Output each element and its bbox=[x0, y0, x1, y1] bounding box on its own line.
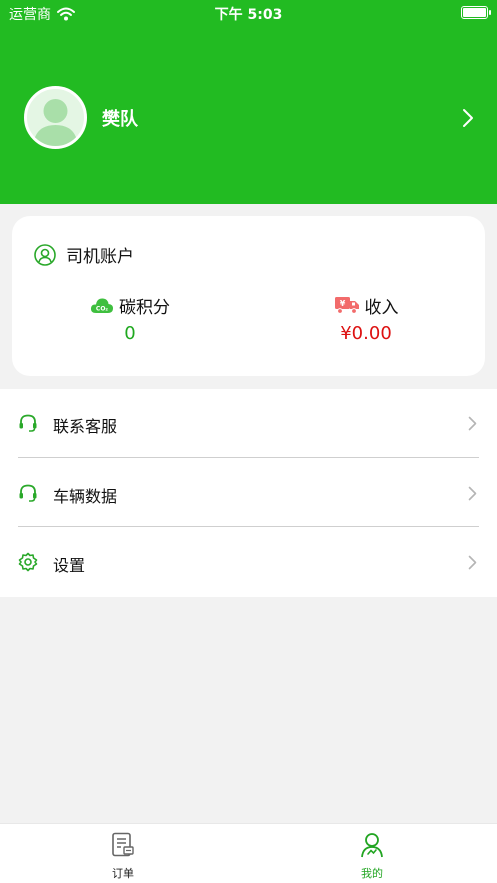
truck-money-icon: ¥ bbox=[334, 297, 359, 314]
chevron-right-icon bbox=[468, 555, 477, 570]
menu-item-label: 设置 bbox=[53, 556, 86, 575]
menu-list: 联系客服 车辆数据 设置 bbox=[0, 389, 497, 597]
chevron-right-icon[interactable] bbox=[462, 108, 474, 128]
driver-account-card: 司机账户 CO₂ 碳积分 0 ¥ 收入 ¥0.00 bbox=[12, 216, 485, 376]
person-icon bbox=[361, 833, 383, 858]
status-time: 下午 5:03 bbox=[214, 7, 283, 23]
profile-row[interactable]: 樊队 bbox=[0, 86, 497, 150]
avatar-person-icon bbox=[33, 99, 78, 146]
carbon-points-stat[interactable]: CO₂ 碳积分 0 bbox=[50, 293, 210, 344]
menu-item-settings[interactable]: 设置 bbox=[0, 528, 497, 597]
status-bar: 运营商 下午 5:03 bbox=[0, 0, 497, 26]
carbon-value: 0 bbox=[124, 323, 136, 344]
menu-divider bbox=[18, 526, 479, 527]
tab-orders[interactable]: 订单 bbox=[83, 832, 163, 881]
order-icon bbox=[112, 832, 134, 857]
tab-label: 订单 bbox=[112, 867, 134, 880]
income-stat[interactable]: ¥ 收入 ¥0.00 bbox=[286, 293, 446, 344]
svg-text:CO₂: CO₂ bbox=[96, 306, 109, 313]
carbon-label: 碳积分 bbox=[119, 297, 170, 318]
headset-icon bbox=[19, 414, 37, 432]
bottom-tab-bar: 订单 我的 bbox=[0, 823, 497, 883]
menu-item-contact-service[interactable]: 联系客服 bbox=[0, 389, 497, 458]
co2-cloud-icon: CO₂ bbox=[90, 298, 114, 313]
tab-label: 我的 bbox=[361, 867, 383, 880]
card-title-label: 司机账户 bbox=[66, 247, 134, 267]
user-circle-icon bbox=[34, 243, 56, 266]
tab-mine[interactable]: 我的 bbox=[332, 832, 412, 881]
headset-icon bbox=[19, 484, 37, 502]
menu-item-label: 车辆数据 bbox=[53, 487, 118, 506]
income-label: 收入 bbox=[364, 297, 399, 318]
card-title: 司机账户 bbox=[34, 242, 134, 267]
svg-text:¥: ¥ bbox=[339, 299, 345, 308]
menu-divider bbox=[18, 457, 479, 458]
user-name: 樊队 bbox=[102, 109, 138, 130]
profile-header: 运营商 下午 5:03 樊队 bbox=[0, 0, 497, 204]
chevron-right-icon bbox=[468, 486, 477, 501]
battery-icon bbox=[461, 6, 491, 19]
income-value: ¥0.00 bbox=[340, 323, 392, 344]
menu-item-vehicle-data[interactable]: 车辆数据 bbox=[0, 459, 497, 528]
avatar[interactable] bbox=[24, 86, 87, 149]
chevron-right-icon bbox=[468, 416, 477, 431]
menu-item-label: 联系客服 bbox=[53, 417, 118, 436]
gear-icon bbox=[18, 552, 38, 572]
